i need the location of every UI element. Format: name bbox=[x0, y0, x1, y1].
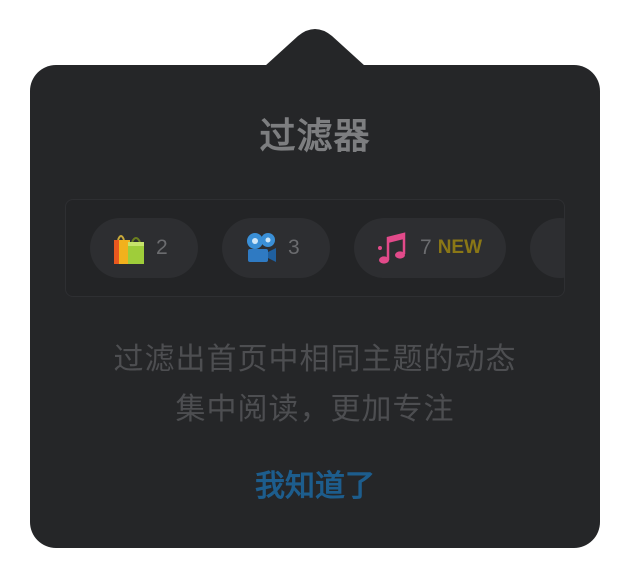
filter-chip-partial[interactable] bbox=[530, 218, 564, 278]
movie-camera-icon bbox=[244, 230, 278, 266]
filter-chip-list[interactable]: 2 3 7 NEW bbox=[65, 199, 565, 297]
chip-count: 3 bbox=[288, 236, 300, 259]
popover-description: 过滤出首页中相同主题的动态 集中阅读，更加专注 bbox=[30, 335, 600, 435]
filter-chip-music[interactable]: 7 NEW bbox=[354, 218, 506, 278]
popover-title: 过滤器 bbox=[259, 116, 371, 157]
filter-chip-movie[interactable]: 3 bbox=[222, 218, 330, 278]
chip-count: 7 bbox=[420, 236, 432, 259]
filter-chip-shopping[interactable]: 2 bbox=[90, 218, 198, 278]
description-line-1: 过滤出首页中相同主题的动态 bbox=[113, 342, 517, 377]
description-line-2: 集中阅读，更加专注 bbox=[175, 392, 455, 427]
filter-popover: 过滤器 2 3 7 NEW 过滤出首页中相同主题的动态 集中阅读，更加专注 我知… bbox=[30, 65, 600, 548]
acknowledge-button[interactable]: 我知道了 bbox=[30, 461, 600, 505]
music-notes-icon bbox=[376, 230, 410, 266]
new-badge: NEW bbox=[437, 237, 483, 258]
chip-count: 2 bbox=[156, 236, 168, 259]
shopping-bags-icon bbox=[112, 230, 146, 266]
